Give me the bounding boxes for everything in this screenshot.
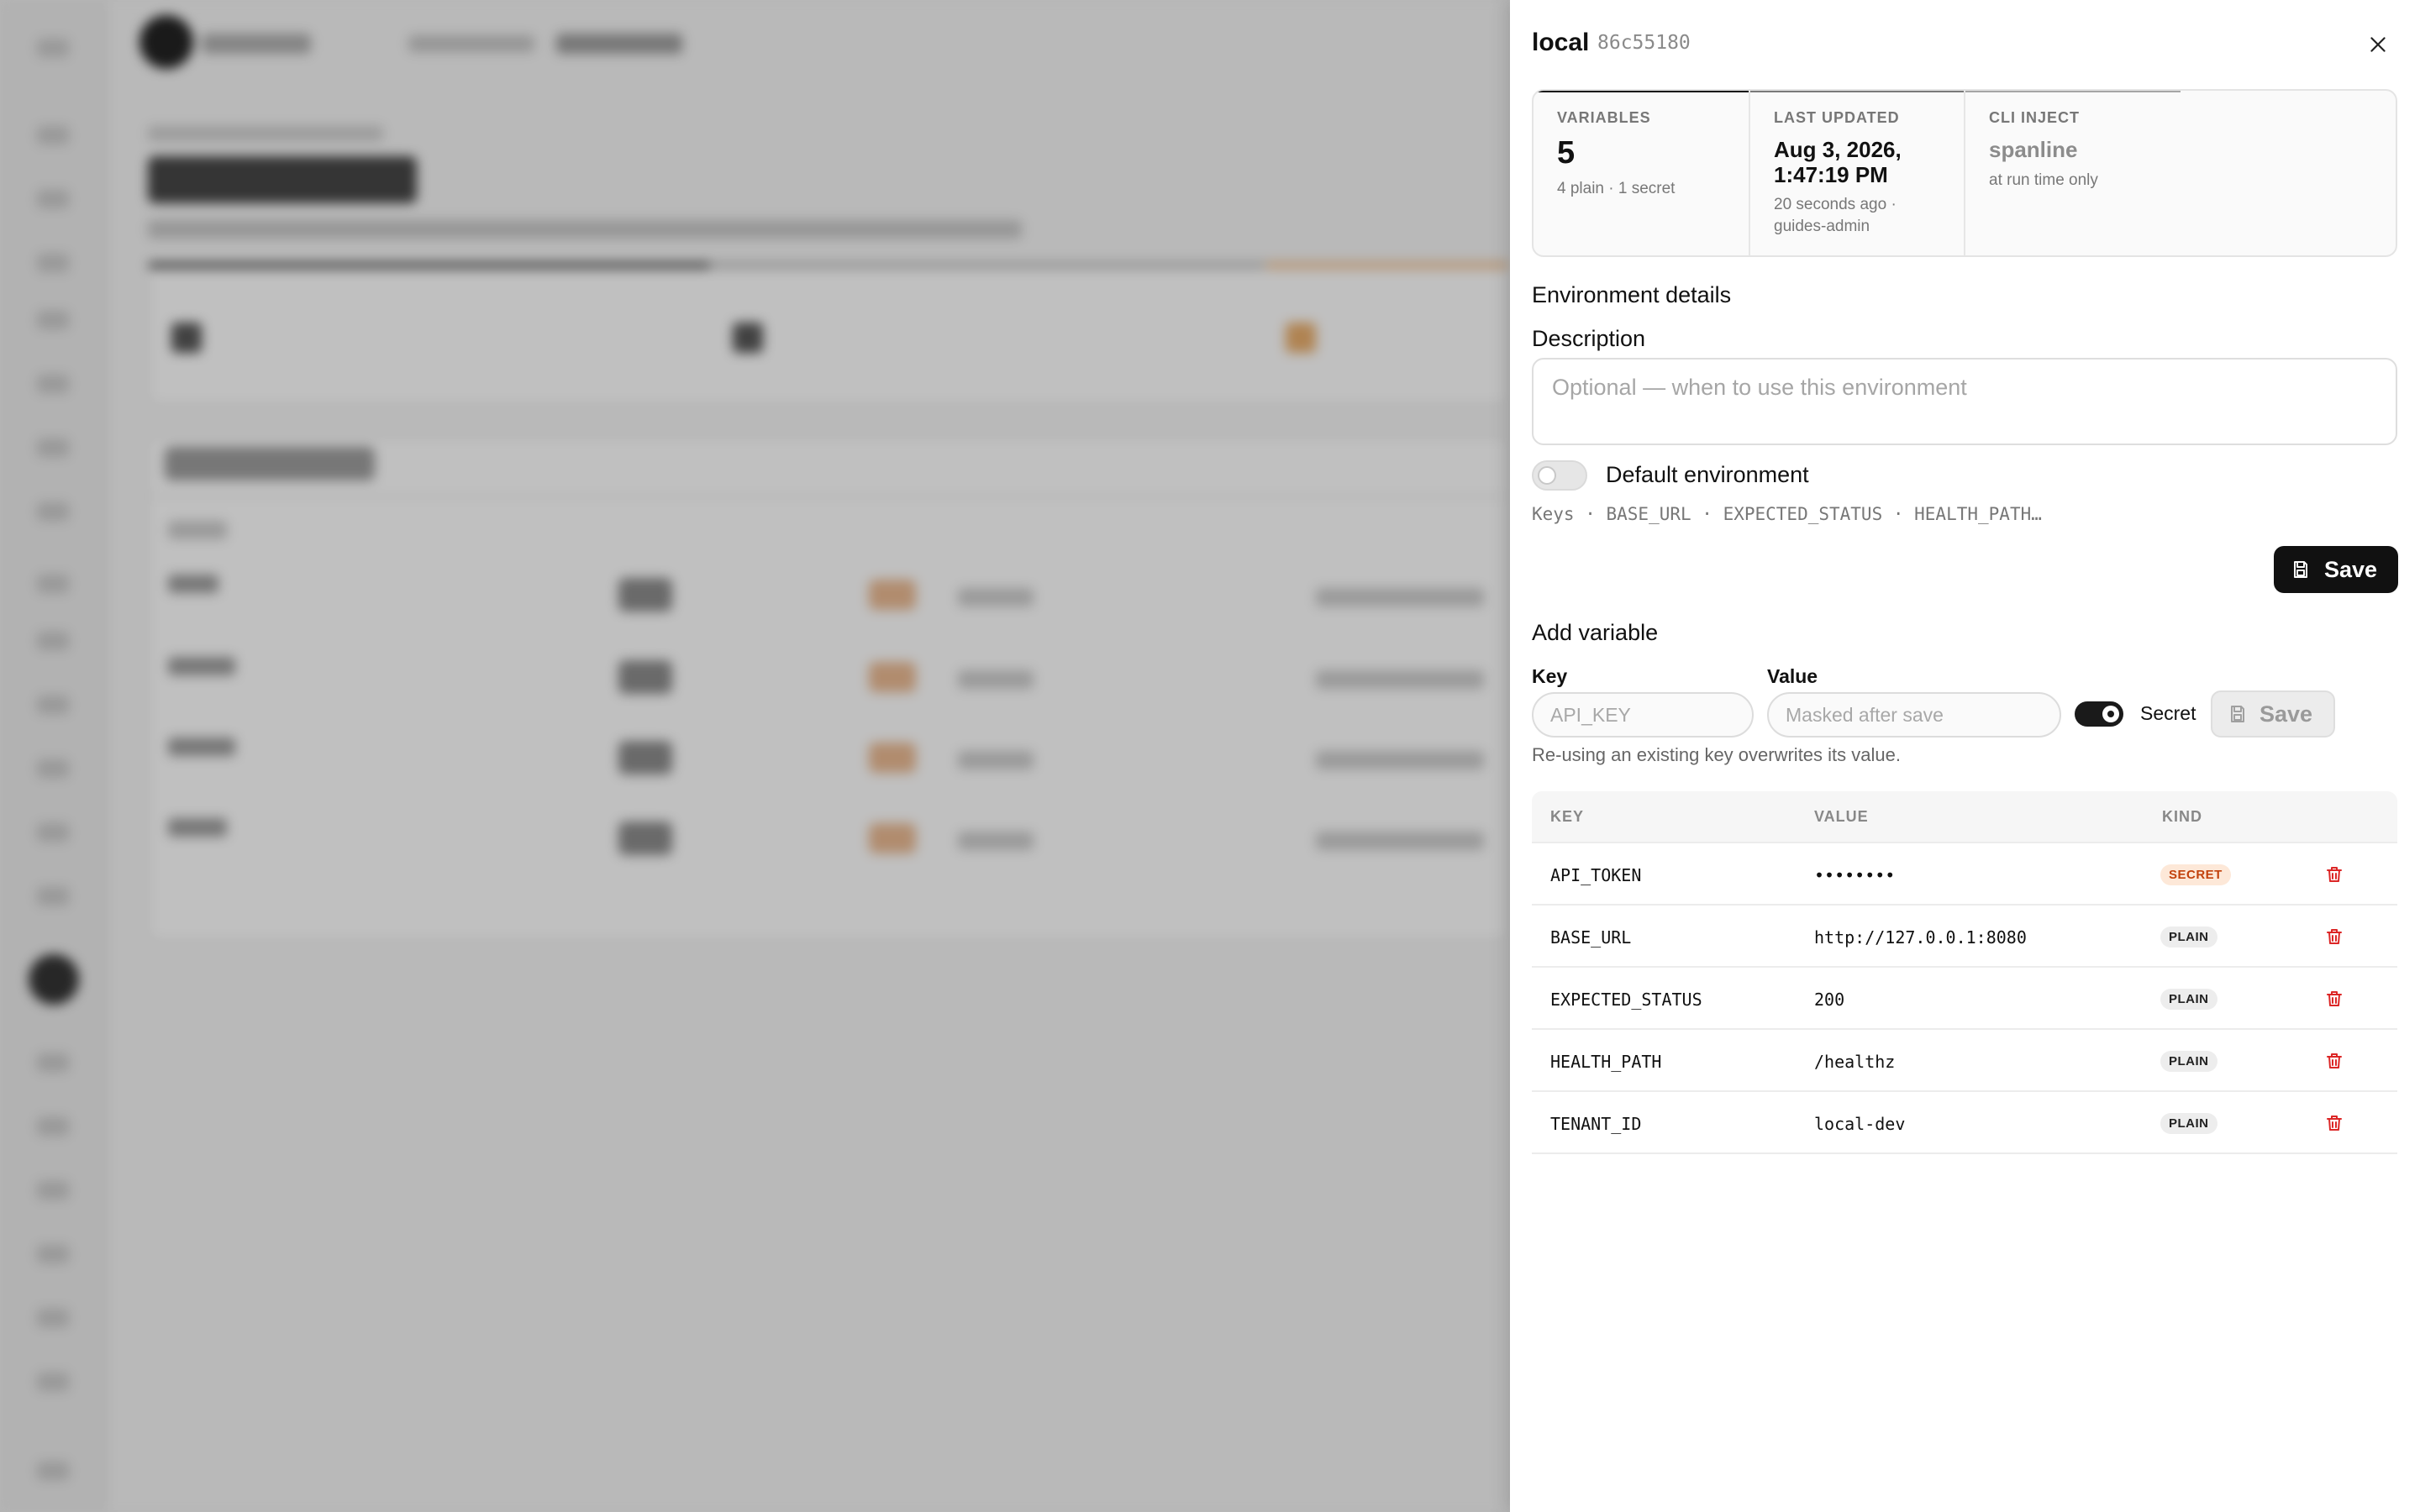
close-button[interactable]: [2364, 30, 2392, 59]
overwrite-note: Re-using an existing key overwrites its …: [1532, 744, 1901, 765]
stat-variables: VARIABLES 5 4 plain · 1 secret: [1534, 91, 1749, 255]
stat-variables-bar: [1534, 91, 1749, 92]
column-header-key: KEY: [1550, 808, 1585, 825]
kind-badge: SECRET: [2160, 864, 2231, 885]
table-row: HEALTH_PATH /healthz PLAIN: [1532, 1030, 2397, 1092]
table-row: TENANT_ID local-dev PLAIN: [1532, 1092, 2397, 1154]
stat-variables-value: 5: [1557, 135, 1576, 171]
trash-icon: [2327, 929, 2342, 944]
add-variable-heading: Add variable: [1532, 620, 1659, 645]
description-input[interactable]: [1532, 358, 2397, 445]
toggle-knob: [1538, 466, 1556, 485]
save-icon: [2294, 561, 2307, 578]
default-environment-label: Default environment: [1606, 462, 1809, 487]
column-header-value: VALUE: [1814, 808, 1869, 825]
delete-variable-button[interactable]: [2322, 924, 2347, 949]
save-variable-button[interactable]: Save: [2211, 690, 2335, 738]
variable-value: 200: [1814, 990, 1845, 1010]
secret-label: Secret: [2140, 702, 2196, 724]
kind-badge: PLAIN: [2160, 989, 2217, 1010]
kind-badge: PLAIN: [2160, 1051, 2217, 1072]
environment-details-heading: Environment details: [1532, 282, 1732, 307]
environment-drawer: local 86c55180 VARIABLES 5 4 plain · 1 s…: [1510, 0, 2420, 1512]
drawer-title: local: [1532, 29, 1590, 56]
secret-toggle[interactable]: [2075, 701, 2123, 727]
stat-last-updated-value: Aug 3, 2026, 1:47:19 PM: [1774, 137, 1902, 187]
value-label: Value: [1767, 665, 1818, 687]
value-input[interactable]: [1767, 692, 2061, 738]
trash-icon: [2327, 867, 2342, 882]
table-row: BASE_URL http://127.0.0.1:8080 PLAIN: [1532, 906, 2397, 968]
key-input[interactable]: [1532, 692, 1754, 738]
stat-cli-inject-bar: [1965, 91, 2181, 92]
table-header: KEY VALUE KIND: [1532, 791, 2397, 843]
save-details-button[interactable]: Save: [2274, 546, 2398, 593]
save-details-label: Save: [2324, 556, 2378, 582]
trash-icon: [2327, 1053, 2342, 1068]
keys-summary: Keys · BASE_URL · EXPECTED_STATUS · HEAL…: [1532, 504, 2042, 524]
table-row: EXPECTED_STATUS 200 PLAIN: [1532, 968, 2397, 1030]
trash-icon: [2327, 1116, 2342, 1131]
variable-key: API_TOKEN: [1550, 865, 1642, 885]
variable-key: HEALTH_PATH: [1550, 1052, 1662, 1072]
variable-key: EXPECTED_STATUS: [1550, 990, 1702, 1010]
stat-cli-inject-label: CLI INJECT: [1989, 109, 2081, 126]
default-environment-toggle[interactable]: [1532, 460, 1587, 491]
stat-cli-inject-value: spanline: [1989, 137, 2078, 162]
stat-variables-label: VARIABLES: [1557, 109, 1651, 126]
delete-variable-button[interactable]: [2322, 862, 2347, 887]
variable-value: local-dev: [1814, 1114, 1906, 1134]
toggle-dot: [2107, 711, 2114, 717]
environment-id: 86c55180: [1597, 32, 1691, 54]
stat-last-updated-sub: 20 seconds ago · guides-admin: [1774, 196, 1897, 235]
trash-icon: [2327, 991, 2342, 1006]
variables-table: KEY VALUE KIND API_TOKEN •••••••• SECRET…: [1532, 791, 2397, 1154]
delete-variable-button[interactable]: [2322, 986, 2347, 1011]
stat-last-updated-bar: [1750, 91, 1964, 92]
save-variable-label: Save: [2260, 701, 2313, 727]
kind-badge: PLAIN: [2160, 1113, 2217, 1134]
table-row: API_TOKEN •••••••• SECRET: [1532, 843, 2397, 906]
modal-backdrop[interactable]: [0, 0, 1510, 1512]
stat-cli-inject-sub: at run time only: [1989, 171, 2098, 189]
variable-key: BASE_URL: [1550, 927, 1632, 948]
close-icon: [2370, 37, 2386, 52]
stat-variables-sub: 4 plain · 1 secret: [1557, 180, 1676, 197]
save-icon: [2231, 706, 2244, 722]
variable-key: TENANT_ID: [1550, 1114, 1642, 1134]
key-label: Key: [1532, 665, 1568, 687]
variable-value: ••••••••: [1814, 865, 1896, 885]
delete-variable-button[interactable]: [2322, 1048, 2347, 1074]
stat-cli-inject: CLI INJECT spanline at run time only: [1964, 91, 2396, 255]
kind-badge: PLAIN: [2160, 927, 2217, 948]
variable-value: http://127.0.0.1:8080: [1814, 927, 2027, 948]
stat-last-updated: LAST UPDATED Aug 3, 2026, 1:47:19 PM 20 …: [1749, 91, 1964, 255]
column-header-kind: KIND: [2162, 808, 2202, 825]
variable-value: /healthz: [1814, 1052, 1896, 1072]
stat-last-updated-label: LAST UPDATED: [1774, 109, 1900, 126]
description-label: Description: [1532, 326, 1646, 351]
environment-stats: VARIABLES 5 4 plain · 1 secret LAST UPDA…: [1532, 89, 2397, 257]
delete-variable-button[interactable]: [2322, 1110, 2347, 1136]
